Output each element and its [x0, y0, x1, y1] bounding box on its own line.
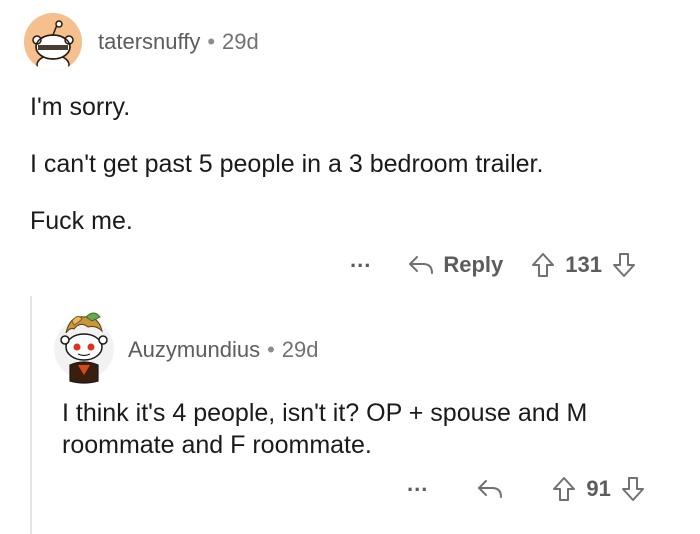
username[interactable]: tatersnuffy [98, 29, 200, 54]
downvote-arrow-icon[interactable] [612, 252, 636, 278]
reply-button[interactable]: Reply [407, 252, 503, 278]
comment-actions: ... 91 [407, 471, 645, 504]
comment-text-line: roommate and F roommate. [62, 431, 372, 459]
snoo-avatar-icon [54, 312, 114, 384]
more-options-button[interactable]: ... [350, 247, 371, 273]
comment-meta: Auzymundius • 29d [128, 337, 319, 363]
comment-text-line: I think it's 4 people, isn't it? OP + sp… [62, 399, 588, 427]
reply-body: I think it's 4 people, isn't it? OP + sp… [62, 397, 587, 461]
comment-age: 29d [222, 29, 259, 54]
username[interactable]: Auzymundius [128, 337, 260, 362]
thread-line[interactable] [30, 296, 32, 534]
comment-text-line: I can't get past 5 people in a 3 bedroom… [30, 150, 544, 178]
comment-actions: ... Reply 131 [350, 247, 636, 280]
reply-arrow-icon [478, 480, 503, 498]
comment-text-line: I'm sorry. [30, 93, 131, 121]
more-options-button[interactable]: ... [407, 471, 428, 497]
snoo-avatar-icon [24, 13, 82, 71]
avatar[interactable] [24, 13, 82, 71]
vote-score: 91 [586, 476, 611, 501]
upvote-arrow-icon[interactable] [552, 476, 576, 502]
comment-meta: tatersnuffy • 29d [98, 29, 259, 55]
comment-age: 29d [281, 337, 319, 362]
reply-label: Reply [443, 252, 504, 277]
upvote-arrow-icon[interactable] [531, 252, 555, 278]
vote-controls: 91 [552, 476, 644, 502]
meta-separator: • [207, 29, 216, 54]
vote-score: 131 [565, 252, 602, 277]
downvote-arrow-icon[interactable] [621, 476, 645, 502]
reply-arrow-icon [409, 256, 434, 274]
reply-button[interactable] [476, 478, 512, 500]
comment-text-line: Fuck me. [30, 207, 133, 235]
avatar[interactable] [52, 303, 116, 385]
vote-controls: 131 [531, 252, 636, 278]
comment-tatersnuffy: tatersnuffy • 29d I'm sorry. I can't get p… [0, 0, 700, 300]
meta-separator: • [267, 337, 275, 362]
